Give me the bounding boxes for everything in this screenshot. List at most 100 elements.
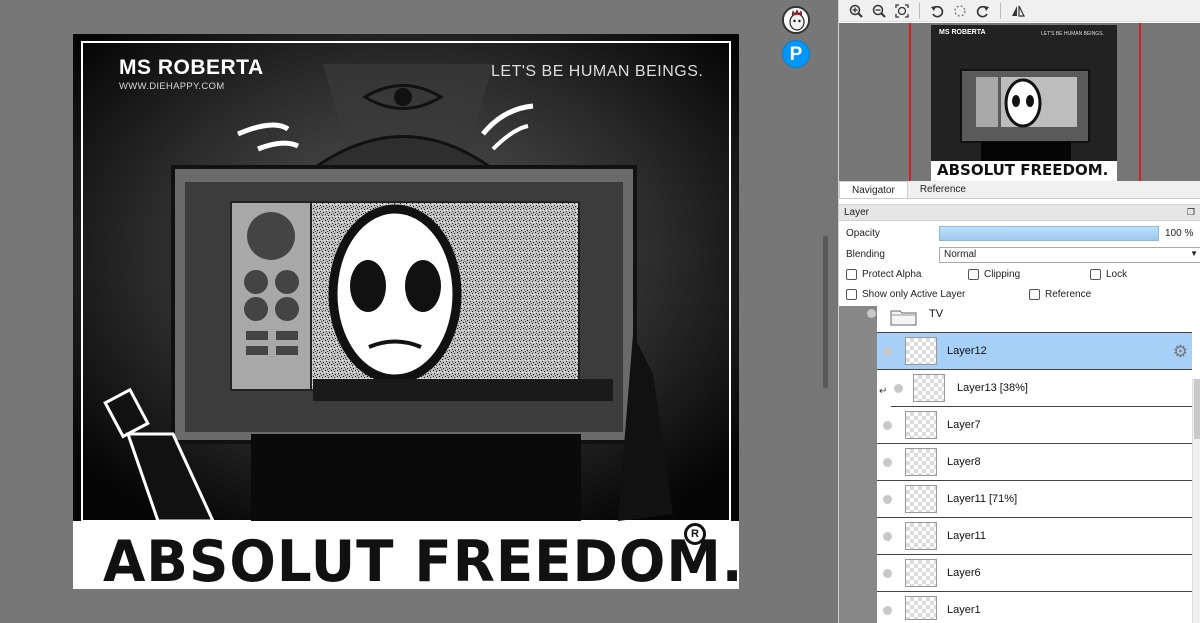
chevron-down-icon: ▼	[1190, 249, 1198, 258]
navigator-toolbar	[839, 0, 1200, 22]
visibility-eye-icon[interactable]	[883, 606, 892, 615]
zoom-in-icon[interactable]	[847, 2, 865, 20]
fit-icon[interactable]	[893, 2, 911, 20]
pixiv-button[interactable]: P	[782, 40, 810, 68]
user-avatar-button[interactable]	[782, 6, 810, 34]
layer-panel-title: Layer	[844, 207, 870, 218]
gear-icon[interactable]: ⚙	[1173, 342, 1188, 362]
layer-thumbnail	[905, 337, 937, 365]
clipping-arrow-icon: ↵	[879, 386, 888, 397]
visibility-eye-icon[interactable]	[883, 347, 892, 356]
blending-value: Normal	[944, 249, 977, 260]
layer-row[interactable]: Layer11	[877, 518, 1192, 555]
navigator-brand-text: MS ROBERTA	[939, 29, 986, 36]
layer-thumbnail	[905, 522, 937, 550]
lock-checkbox[interactable]: Lock	[1090, 269, 1127, 280]
opacity-value: 100 %	[1165, 228, 1194, 239]
toolbar-separator	[1000, 2, 1001, 19]
blending-select[interactable]: Normal ▼	[939, 247, 1200, 263]
reference-checkbox[interactable]: Reference	[1029, 289, 1091, 300]
blending-label: Blending	[846, 249, 885, 260]
layer-thumbnail	[905, 559, 937, 587]
checkbox-box	[846, 269, 857, 280]
layer-list-scrollbar[interactable]	[1192, 379, 1200, 623]
scrollbar-thumb[interactable]	[1194, 379, 1200, 439]
layer-row-selected[interactable]: Layer12 ⚙	[877, 333, 1192, 370]
visibility-eye-icon[interactable]	[894, 384, 903, 393]
tab-reference[interactable]: Reference	[908, 181, 978, 198]
navigator-thumbnail: MS ROBERTA LET'S BE HUMAN BEINGS. ABSOLU…	[931, 25, 1117, 181]
layer-row-folder[interactable]: TV	[867, 306, 1192, 333]
rotate-right-icon[interactable]	[974, 2, 992, 20]
layer-row[interactable]: Layer8	[877, 444, 1192, 481]
maximize-icon[interactable]: ❐	[1187, 207, 1195, 218]
registered-mark: R	[684, 523, 706, 545]
canvas-area[interactable]: MS ROBERTA WWW.DIEHAPPY.COM LET'S BE HUM…	[0, 0, 828, 623]
zoom-out-icon[interactable]	[870, 2, 888, 20]
artwork-canvas[interactable]: MS ROBERTA WWW.DIEHAPPY.COM LET'S BE HUM…	[73, 34, 739, 589]
visibility-eye-icon[interactable]	[883, 458, 892, 467]
artwork-footer-text: ABSOLUT FREEDOM.	[103, 529, 739, 589]
layer-name: Layer8	[947, 456, 981, 468]
layer-name: Layer11	[947, 530, 986, 542]
reset-rotation-icon[interactable]	[951, 2, 969, 20]
reference-label: Reference	[1045, 289, 1092, 300]
visibility-eye-icon[interactable]	[883, 569, 892, 578]
blending-row: Blending Normal ▼	[839, 245, 1200, 265]
protect-alpha-checkbox[interactable]: Protect Alpha	[846, 269, 921, 280]
layer-name: Layer6	[947, 567, 981, 579]
layer-thumbnail	[905, 485, 937, 513]
layer-name: TV	[929, 308, 944, 320]
navigator-preview[interactable]: MS ROBERTA LET'S BE HUMAN BEINGS. ABSOLU…	[839, 23, 1200, 181]
layer-thumbnail	[905, 596, 937, 620]
layer-row[interactable]: Layer6	[877, 555, 1192, 592]
layer-panel-header: Layer ❐	[839, 204, 1200, 221]
rotate-left-icon[interactable]	[928, 2, 946, 20]
flip-icon[interactable]	[1009, 2, 1027, 20]
protect-alpha-label: Protect Alpha	[862, 269, 922, 280]
panel-tabs: Navigator Reference	[839, 181, 1200, 199]
clipping-label: Clipping	[984, 269, 1021, 280]
checkbox-row-1: Protect Alpha Clipping Lock	[839, 266, 1200, 286]
checkbox-box	[1090, 269, 1101, 280]
navigator-frame-left	[909, 23, 911, 181]
layer-name: Layer12	[947, 345, 987, 357]
checkbox-row-2: Show only Active Layer Reference	[839, 286, 1200, 306]
canvas-scrollbar[interactable]	[823, 236, 828, 388]
layer-row[interactable]: Layer11 [71%]	[877, 481, 1192, 518]
layer-name: Layer11 [71%]	[947, 493, 1018, 505]
layer-name: Layer1	[947, 604, 981, 616]
visibility-eye-icon[interactable]	[867, 309, 876, 318]
artwork-footer: ABSOLUT FREEDOM. R	[73, 521, 739, 589]
layer-list-gutter	[839, 306, 877, 623]
layer-list[interactable]: TV Layer12 ⚙ ↵ Layer13 [38%] Layer7 Laye…	[839, 306, 1200, 623]
checkbox-box	[1029, 289, 1040, 300]
show-only-active-label: Show only Active Layer	[862, 289, 966, 300]
layer-thumbnail	[913, 374, 945, 402]
layer-name: Layer7	[947, 419, 981, 431]
navigator-frame-right	[1139, 23, 1141, 181]
visibility-eye-icon[interactable]	[883, 495, 892, 504]
right-panel: MS ROBERTA LET'S BE HUMAN BEINGS. ABSOLU…	[838, 0, 1200, 623]
artwork-slogan-text: LET'S BE HUMAN BEINGS.	[491, 63, 704, 80]
visibility-eye-icon[interactable]	[883, 532, 892, 541]
navigator-slogan-text: LET'S BE HUMAN BEINGS.	[1041, 31, 1104, 37]
show-only-active-checkbox[interactable]: Show only Active Layer	[846, 289, 965, 300]
checkbox-box	[968, 269, 979, 280]
layer-row[interactable]: Layer1	[877, 592, 1192, 623]
checkbox-box	[846, 289, 857, 300]
tab-navigator[interactable]: Navigator	[839, 181, 908, 198]
visibility-eye-icon[interactable]	[883, 421, 892, 430]
artwork-brand-text: MS ROBERTA	[119, 56, 264, 79]
opacity-label: Opacity	[846, 228, 880, 239]
lock-label: Lock	[1106, 269, 1128, 280]
layer-thumbnail	[905, 448, 937, 476]
layer-row[interactable]: ↵ Layer13 [38%]	[879, 370, 1192, 407]
clipping-checkbox[interactable]: Clipping	[968, 269, 1020, 280]
artwork-url-text: WWW.DIEHAPPY.COM	[119, 81, 225, 92]
layer-row[interactable]: Layer7	[877, 407, 1192, 444]
folder-icon	[890, 310, 917, 326]
layer-thumbnail	[905, 411, 937, 439]
toolbar-separator	[919, 2, 920, 19]
opacity-slider[interactable]	[939, 226, 1159, 241]
